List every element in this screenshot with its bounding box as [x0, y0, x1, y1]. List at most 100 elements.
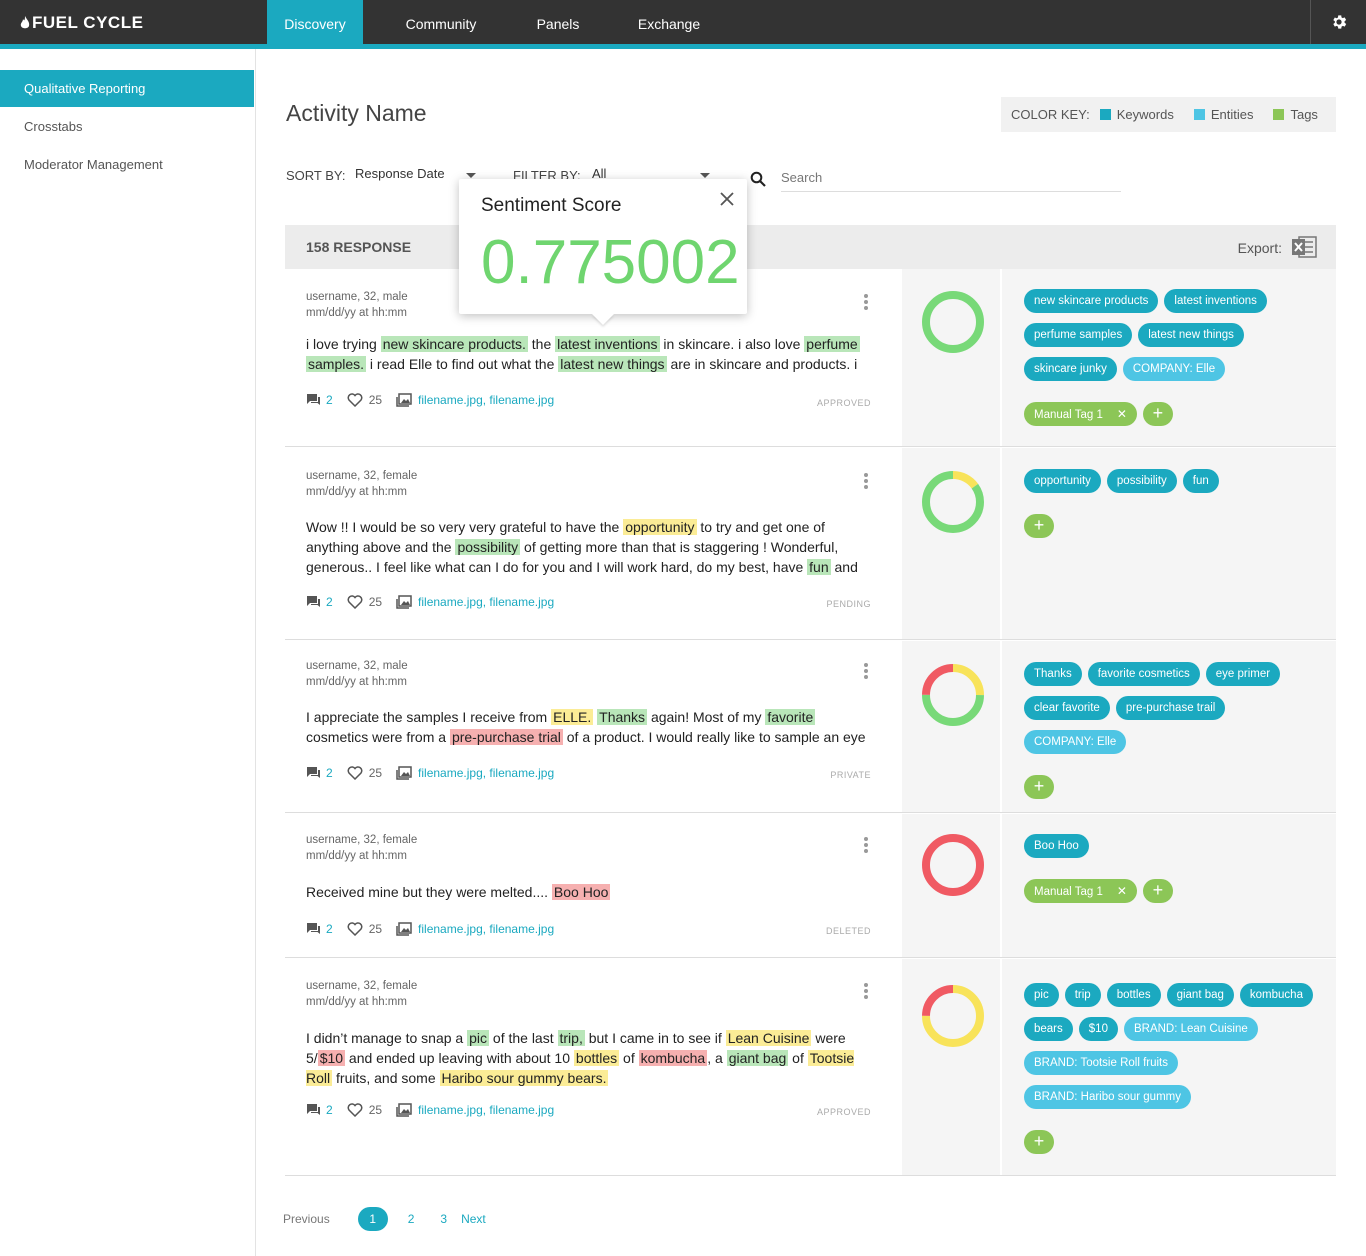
keyword-pill[interactable]: Boo Hoo [1024, 834, 1089, 858]
entity-pill[interactable]: BRAND: Tootsie Roll fruits [1024, 1051, 1178, 1075]
previous-page-button[interactable]: Previous [283, 1212, 330, 1226]
add-tag-button[interactable]: + [1024, 775, 1054, 799]
keyword-pill[interactable]: favorite cosmetics [1087, 662, 1200, 686]
tab-panels[interactable]: Panels [520, 0, 596, 49]
heart-icon[interactable] [347, 922, 363, 936]
keyword-highlight[interactable]: Thanks [597, 709, 648, 725]
keyword-highlight[interactable]: latest inventions [555, 336, 660, 352]
add-tag-button[interactable]: + [1024, 1130, 1054, 1154]
filter-chevron-down-icon[interactable] [700, 173, 710, 178]
comments-icon[interactable] [306, 595, 321, 609]
sentiment-donut[interactable] [920, 662, 986, 728]
attached-files[interactable]: filename.jpg, filename.jpg [418, 1103, 554, 1117]
add-tag-button[interactable]: + [1024, 514, 1054, 538]
keyword-pill[interactable]: bottles [1106, 983, 1161, 1007]
tab-exchange[interactable]: Exchange [620, 0, 718, 49]
keyword-pill[interactable]: pre-purchase trail [1115, 696, 1226, 720]
keyword-highlight[interactable]: opportunity [623, 519, 697, 535]
page-1-button[interactable]: 1 [357, 1207, 388, 1231]
entity-pill[interactable]: BRAND: Haribo sour gummy [1024, 1085, 1191, 1109]
remove-tag-icon[interactable]: ✕ [1117, 407, 1127, 421]
keyword-highlight[interactable]: Lean Cuisine [725, 1030, 812, 1046]
add-tag-button[interactable]: + [1142, 402, 1173, 426]
keyword-pill[interactable]: latest new things [1138, 323, 1244, 347]
comment-count[interactable]: 2 [326, 1103, 333, 1117]
keyword-highlight[interactable]: Haribo sour gummy bears. [439, 1070, 609, 1086]
keyword-pill[interactable]: perfume samples [1024, 323, 1133, 347]
entity-pill[interactable]: COMPANY: Elle [1122, 357, 1226, 381]
manual-tag-pill[interactable]: Manual Tag 1 ✕ [1024, 879, 1137, 903]
more-options-icon[interactable] [864, 983, 868, 1001]
comments-icon[interactable] [306, 1103, 321, 1117]
more-options-icon[interactable] [864, 663, 868, 681]
keyword-highlight[interactable]: trip, [557, 1030, 585, 1046]
more-options-icon[interactable] [864, 837, 868, 855]
heart-icon[interactable] [347, 595, 363, 609]
more-options-icon[interactable] [864, 473, 868, 491]
keyword-pill[interactable]: giant bag [1166, 983, 1234, 1007]
keyword-pill[interactable]: fun [1182, 469, 1219, 493]
sidebar-item-qualitative-reporting[interactable]: Qualitative Reporting [0, 70, 254, 107]
keyword-highlight[interactable]: new skincare products. [380, 336, 528, 352]
comments-icon[interactable] [306, 766, 321, 780]
attached-files[interactable]: filename.jpg, filename.jpg [418, 766, 554, 780]
comment-count[interactable]: 2 [326, 393, 333, 407]
keyword-pill[interactable]: $10 [1078, 1017, 1118, 1041]
tab-community[interactable]: Community [386, 0, 496, 49]
keyword-highlight[interactable]: pre-purchase trial [449, 729, 563, 745]
entity-pill[interactable]: BRAND: Lean Cuisine [1123, 1017, 1258, 1041]
keyword-pill[interactable]: trip [1064, 983, 1101, 1007]
keyword-highlight[interactable]: samples. [306, 356, 367, 372]
keyword-pill[interactable]: new skincare products [1024, 289, 1159, 313]
keyword-pill[interactable]: possibility [1106, 469, 1177, 493]
comment-count[interactable]: 2 [326, 766, 333, 780]
keyword-pill[interactable]: opportunity [1024, 469, 1101, 493]
comment-count[interactable]: 2 [326, 595, 333, 609]
page-2-button[interactable]: 2 [408, 1212, 415, 1226]
keyword-highlight[interactable]: bottles [573, 1050, 620, 1066]
comment-count[interactable]: 2 [326, 922, 333, 936]
heart-icon[interactable] [347, 766, 363, 780]
keyword-pill[interactable]: eye primer [1205, 662, 1281, 686]
attached-files[interactable]: filename.jpg, filename.jpg [418, 393, 554, 407]
add-tag-button[interactable]: + [1142, 879, 1173, 903]
keyword-highlight[interactable]: kombucha [638, 1050, 708, 1066]
keyword-highlight[interactable]: pic [467, 1030, 490, 1046]
entity-pill[interactable]: COMPANY: Elle [1024, 730, 1127, 754]
keyword-pill[interactable]: bears [1024, 1017, 1073, 1041]
heart-icon[interactable] [347, 1103, 363, 1117]
tab-discovery[interactable]: Discovery [267, 0, 363, 49]
more-options-icon[interactable] [864, 294, 868, 312]
comments-icon[interactable] [306, 393, 321, 407]
attached-files[interactable]: filename.jpg, filename.jpg [418, 922, 554, 936]
keyword-highlight[interactable]: $10 [317, 1050, 346, 1066]
search-icon[interactable] [750, 171, 766, 187]
excel-export-icon[interactable] [1291, 235, 1317, 259]
sidebar-item-moderator-management[interactable]: Moderator Management [0, 146, 254, 183]
sentiment-donut[interactable] [920, 289, 986, 355]
keyword-pill[interactable]: kombucha [1239, 983, 1313, 1007]
manual-tag-pill[interactable]: Manual Tag 1 ✕ [1024, 402, 1137, 426]
sentiment-donut[interactable] [920, 983, 986, 1049]
comments-icon[interactable] [306, 922, 321, 936]
sentiment-donut[interactable] [920, 469, 986, 535]
fuel-cycle-logo[interactable]: FUEL CYCLE [20, 13, 143, 33]
settings-button[interactable] [1310, 0, 1366, 44]
heart-icon[interactable] [347, 393, 363, 407]
page-3-button[interactable]: 3 [440, 1212, 447, 1226]
keyword-highlight[interactable]: Boo Hoo [551, 884, 611, 900]
attached-files[interactable]: filename.jpg, filename.jpg [418, 595, 554, 609]
keyword-highlight[interactable]: giant bag [726, 1050, 789, 1066]
keyword-pill[interactable]: Thanks [1024, 662, 1082, 686]
close-icon[interactable] [719, 191, 735, 207]
keyword-highlight[interactable]: ELLE. [551, 709, 594, 725]
sort-chevron-down-icon[interactable] [466, 173, 476, 178]
keyword-pill[interactable]: clear favorite [1024, 696, 1110, 720]
keyword-highlight[interactable]: latest new things [558, 356, 667, 372]
search-input[interactable] [781, 164, 1121, 192]
keyword-highlight[interactable]: possibility [455, 539, 521, 555]
keyword-highlight[interactable]: favorite [765, 709, 816, 725]
sidebar-item-crosstabs[interactable]: Crosstabs [0, 108, 254, 145]
keyword-pill[interactable]: skincare junky [1024, 357, 1117, 381]
keyword-pill[interactable]: pic [1024, 983, 1059, 1007]
